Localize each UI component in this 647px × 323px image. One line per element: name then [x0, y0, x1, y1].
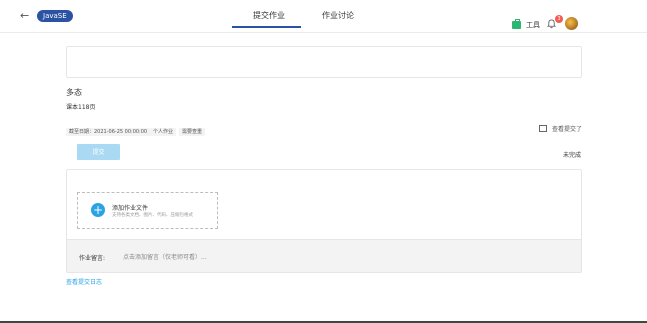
tools-label: 工具	[526, 21, 540, 29]
assignment-subtitle: 课本118页	[66, 104, 96, 111]
add-icon: +	[91, 203, 105, 217]
plagiarism-check-tag: 需要查重	[179, 128, 206, 136]
active-tab-indicator	[232, 26, 301, 28]
toolbox-icon	[512, 19, 521, 29]
status-badge: 未完成	[563, 152, 582, 159]
avatar[interactable]	[565, 17, 578, 30]
view-submitted-label: 查看提交了	[552, 126, 583, 133]
image-icon	[539, 125, 547, 132]
add-file-title: 添加作业文件	[112, 205, 149, 212]
individual-tag: 个人作业	[150, 128, 177, 136]
deadline-tag: 截至日期：2021-06-25 00:00:00	[66, 128, 151, 136]
comment-input[interactable]: 点击添加留言（仅老师可看）...	[123, 252, 207, 261]
tools-button[interactable]: 工具	[512, 19, 540, 31]
back-arrow-icon[interactable]: ←	[20, 9, 29, 23]
tab-submit-homework[interactable]: 提交作业	[253, 11, 285, 21]
comment-bar: 作业留言: 点击添加留言（仅老师可看）...	[67, 239, 581, 272]
assignment-description-box	[66, 46, 582, 78]
assignment-title: 多态	[66, 88, 82, 97]
add-file-dropzone[interactable]: + 添加作业文件 支持各类文档、图片、代码、压缩包格式	[77, 192, 218, 229]
upload-panel: + 添加作业文件 支持各类文档、图片、代码、压缩包格式 作业留言: 点击添加留言…	[66, 169, 582, 273]
course-badge[interactable]: JavaSE	[37, 10, 73, 22]
add-file-hint: 支持各类文档、图片、代码、压缩包格式	[112, 213, 193, 218]
notification-count-badge: 3	[555, 15, 563, 23]
submit-button[interactable]: 提交	[77, 144, 120, 160]
view-submitted-link[interactable]: 查看提交了	[539, 124, 582, 133]
header-bar: ← JavaSE 提交作业 作业讨论 工具 3	[0, 0, 647, 33]
comment-label: 作业留言:	[79, 255, 106, 262]
tab-homework-discussion[interactable]: 作业讨论	[322, 11, 354, 21]
submission-log-link[interactable]: 查看提交日志	[66, 277, 102, 286]
